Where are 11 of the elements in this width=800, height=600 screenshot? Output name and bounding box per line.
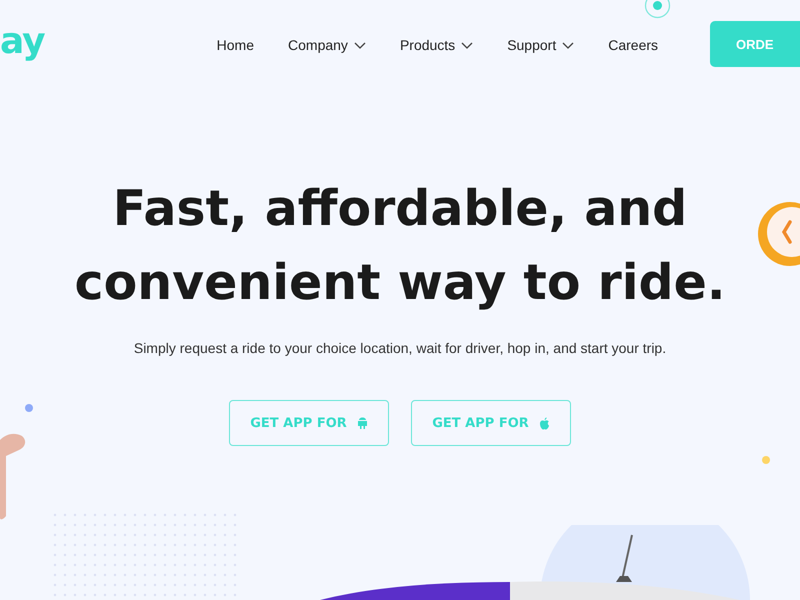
nav-link[interactable]: Products — [400, 37, 474, 53]
android-icon — [356, 417, 368, 429]
dot-icon — [762, 456, 770, 464]
nav-link[interactable]: Support — [507, 37, 574, 53]
nav-link[interactable]: Home — [216, 37, 254, 53]
nav-link[interactable]: Careers — [608, 37, 658, 53]
nav-link[interactable]: Company — [288, 37, 366, 53]
hero-heading: Fast, affordable, and convenient way to ride. — [74, 179, 726, 313]
dot-icon — [25, 404, 33, 412]
hero-subtitle: Simply request a ride to your choice location, wait for driver, hop in, and start your trip. — [134, 340, 666, 356]
apple-icon — [538, 416, 550, 430]
